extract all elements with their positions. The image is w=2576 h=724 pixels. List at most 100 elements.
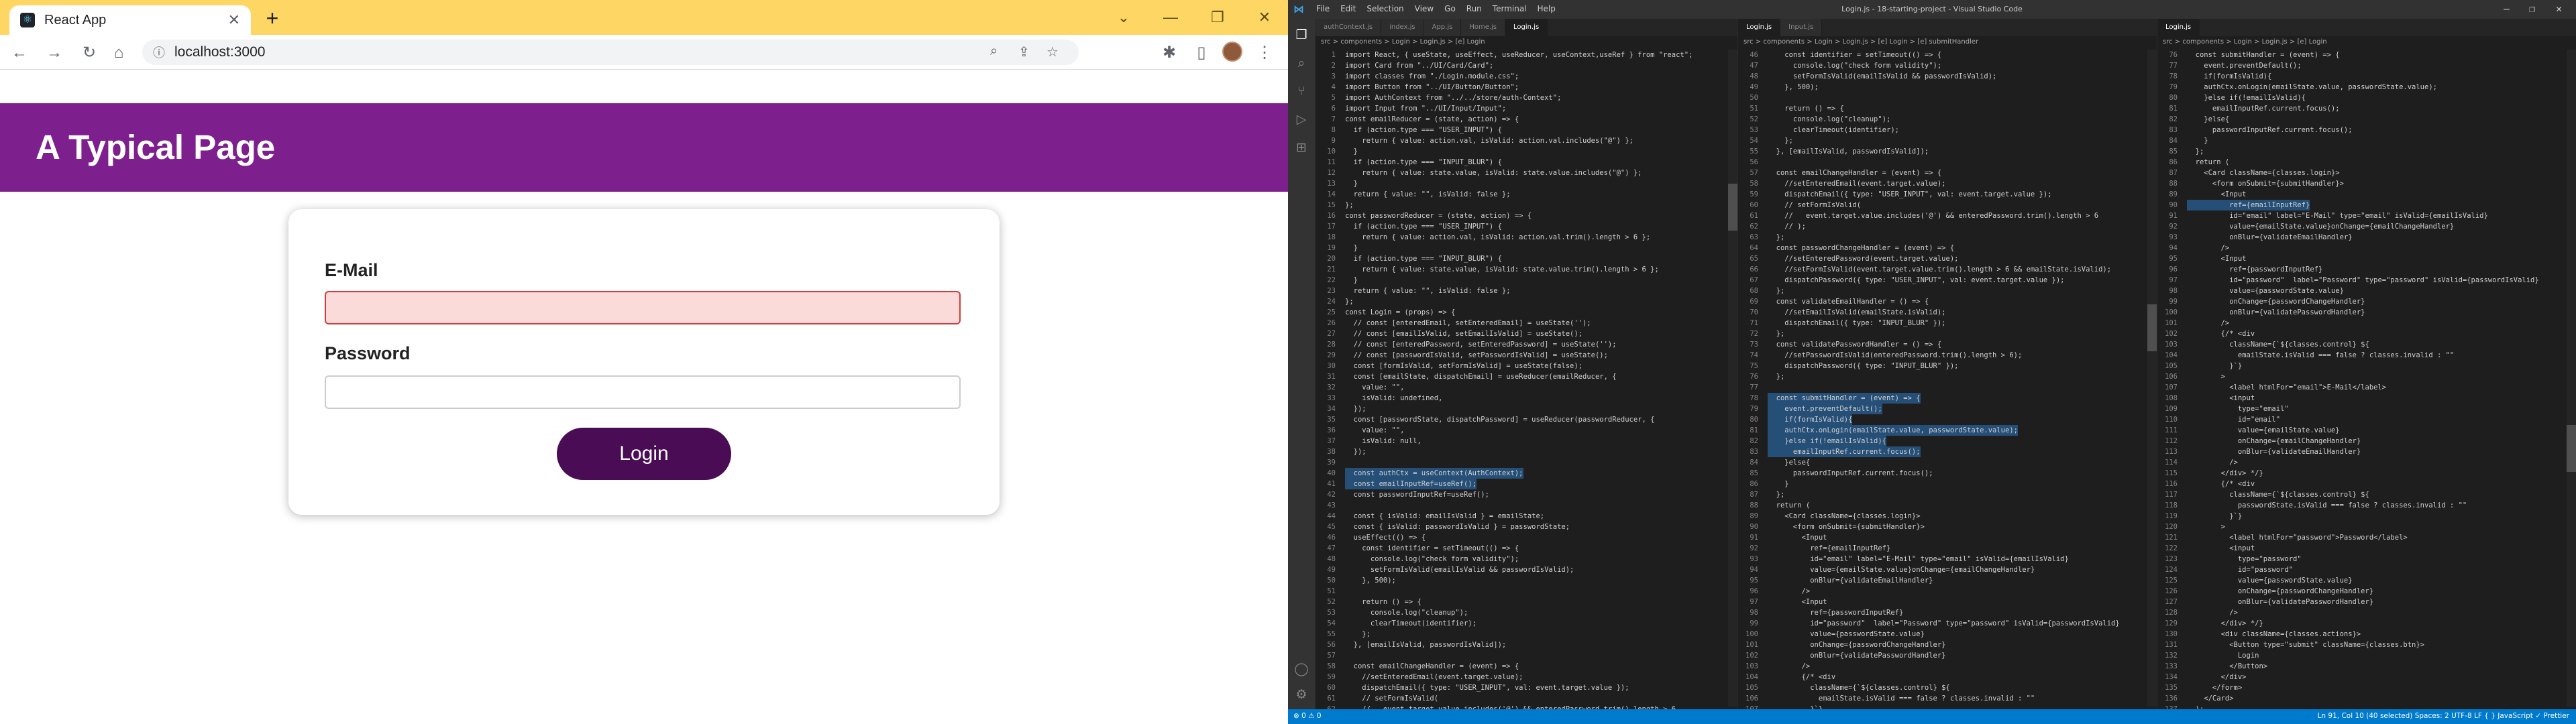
editor-pane-2[interactable]: Login.js Input.js src > components > Login… xyxy=(1737,19,2157,709)
code-line[interactable]: 93 onBlur={validateEmailHandler} xyxy=(2157,232,2576,243)
code-line[interactable]: 2 import Card from "../UI/Card/Card"; xyxy=(1316,60,1737,71)
code-line[interactable]: 49 setFormIsValid(emailIsValid && passwo… xyxy=(1316,564,1737,575)
code-line[interactable]: 113 onBlur={validateEmailHandler} xyxy=(2157,446,2576,457)
password-field[interactable] xyxy=(325,375,961,409)
code-line[interactable]: 36 value: "", xyxy=(1316,425,1737,436)
code-line[interactable]: 71 dispatchEmail({ type: "INPUT_BLUR" })… xyxy=(1738,318,2157,328)
code-line[interactable]: 101 onChange={passwordChangeHandler} xyxy=(1738,640,2157,650)
code-line[interactable]: 133 </Button> xyxy=(2157,661,2576,672)
code-line[interactable]: 84 } xyxy=(2157,135,2576,146)
code-line[interactable]: 6 import Input from "../UI/Input/Input"; xyxy=(1316,103,1737,114)
code-line[interactable]: 84 }else{ xyxy=(1738,457,2157,468)
code-line[interactable]: 124 id="password" xyxy=(2157,564,2576,575)
source-control-icon[interactable]: ⑂ xyxy=(1292,82,1311,101)
code-line[interactable]: 30 const [formIsValid, setFormIsValid] =… xyxy=(1316,361,1737,371)
editor-tab[interactable]: Login.js xyxy=(1505,19,1548,36)
scrollbar[interactable] xyxy=(2567,50,2576,707)
site-info-icon[interactable]: ⓘ xyxy=(153,44,165,61)
code-line[interactable]: 90 ref={emailInputRef} xyxy=(2157,200,2576,210)
code-line[interactable]: 40 const authCtx = useContext(AuthContex… xyxy=(1316,468,1737,479)
settings-gear-icon[interactable]: ⚙ xyxy=(1292,685,1311,704)
code-line[interactable]: 58 //setEnteredEmail(event.target.value)… xyxy=(1738,178,2157,189)
editor-tab[interactable]: Login.js xyxy=(1738,19,1781,36)
code-line[interactable]: 26 // const [enteredEmail, setEnteredEma… xyxy=(1316,318,1737,328)
code-line[interactable]: 59 //setEnteredEmail(event.target.value)… xyxy=(1316,672,1737,682)
browser-tab[interactable]: ⚛ React App ✕ xyxy=(9,5,251,35)
bookmark-star-icon[interactable]: ☆ xyxy=(1046,44,1059,60)
code-line[interactable]: 111 value={emailState.value} xyxy=(2157,425,2576,436)
code-line[interactable]: 8 if (action.type === "USER_INPUT") { xyxy=(1316,125,1737,135)
code-line[interactable]: 100 value={passwordState.value} xyxy=(1738,629,2157,640)
close-window-icon[interactable]: ✕ xyxy=(2556,3,2562,15)
new-tab-button[interactable]: + xyxy=(260,7,284,31)
scrollbar-thumb[interactable] xyxy=(2147,304,2157,351)
zoom-icon[interactable]: ⌕ xyxy=(990,44,998,59)
side-panel-icon[interactable]: ▯ xyxy=(1190,42,1213,64)
code-line[interactable]: 20 if (action.type === "INPUT_BLUR") { xyxy=(1316,253,1737,264)
code-line[interactable]: 56 }, [emailIsValid, passwordIsValid]); xyxy=(1316,640,1737,650)
code-line[interactable]: 33 isValid: undefined, xyxy=(1316,393,1737,404)
code-line[interactable]: 15}; xyxy=(1316,200,1737,210)
code-line[interactable]: 137 ); xyxy=(2157,704,2576,709)
code-line[interactable]: 54 }; xyxy=(1738,135,2157,146)
code-line[interactable]: 81 emailInputRef.current.focus(); xyxy=(2157,103,2576,114)
code-line[interactable]: 97 <Input xyxy=(1738,597,2157,607)
minimize-icon[interactable]: — xyxy=(1147,0,1194,35)
code-line[interactable]: 1 import React, { useState, useEffect, us… xyxy=(1316,50,1737,60)
code-line[interactable]: 47 console.log("check form validity"); xyxy=(1738,60,2157,71)
code-line[interactable]: 74 //setPasswordIsValid(enteredPassword.… xyxy=(1738,350,2157,361)
code-line[interactable]: 94 value={emailState.value}onChange={ema… xyxy=(1738,564,2157,575)
code-line[interactable]: 70 //setEmailIsValid(emailState.isValid)… xyxy=(1738,307,2157,318)
search-icon[interactable]: ⌕ xyxy=(1292,54,1311,72)
code-line[interactable]: 75 dispatchPassword({ type: "INPUT_BLUR"… xyxy=(1738,361,2157,371)
code-line[interactable]: 39 xyxy=(1316,457,1737,468)
code-line[interactable]: 130 <div className={classes.actions}> xyxy=(2157,629,2576,640)
code-line[interactable]: 92 ref={emailInputRef} xyxy=(1738,543,2157,554)
code-line[interactable]: 88 return ( xyxy=(1738,500,2157,511)
code-line[interactable]: 55 }, [emailIsValid, passwordIsValid]); xyxy=(1738,146,2157,157)
code-line[interactable]: 125 value={passwordState.value} xyxy=(2157,575,2576,586)
code-line[interactable]: 77 event.preventDefault(); xyxy=(2157,60,2576,71)
code-editor[interactable]: 1 import React, { useState, useEffect, us… xyxy=(1316,50,1737,709)
code-line[interactable]: 57 xyxy=(1316,650,1737,661)
code-line[interactable]: 25 const Login = (props) => { xyxy=(1316,307,1737,318)
code-line[interactable]: 60 // setFormIsValid( xyxy=(1738,200,2157,210)
code-line[interactable]: 42 const passwordInputRef=useRef(); xyxy=(1316,489,1737,500)
code-line[interactable]: 87 }; xyxy=(1738,489,2157,500)
code-line[interactable]: 105 }`} xyxy=(2157,361,2576,371)
editor-tab[interactable]: Home.js xyxy=(1461,19,1506,36)
code-line[interactable]: 9 return { value: action.val, isValid: a… xyxy=(1316,135,1737,146)
code-line[interactable]: 17 if (action.type === "USER_INPUT") { xyxy=(1316,221,1737,232)
explorer-icon[interactable]: ❐ xyxy=(1292,25,1311,44)
code-line[interactable]: 52 return () => { xyxy=(1316,597,1737,607)
code-line[interactable]: 106 emailState.isValid === false ? class… xyxy=(1738,693,2157,704)
code-line[interactable]: 11 if (action.type === "INPUT_BLUR") { xyxy=(1316,157,1737,168)
code-line[interactable]: 24}; xyxy=(1316,296,1737,307)
code-line[interactable]: 44 const { isValid: emailIsValid } = ema… xyxy=(1316,511,1737,522)
code-line[interactable]: 109 type="email" xyxy=(2157,404,2576,414)
code-line[interactable]: 102 onBlur={validatePasswordHandler} xyxy=(1738,650,2157,661)
code-line[interactable]: 102 {/* <div xyxy=(2157,328,2576,339)
code-line[interactable]: 31 const [emailState, dispatchEmail] = u… xyxy=(1316,371,1737,382)
code-line[interactable]: 82 }else{ xyxy=(2157,114,2576,125)
code-line[interactable]: 88 <form onSubmit={submitHandler}> xyxy=(2157,178,2576,189)
code-line[interactable]: 103 className={`${classes.control} ${ xyxy=(2157,339,2576,350)
code-line[interactable]: 107 <label htmlFor="email">E-Mail</label… xyxy=(2157,382,2576,393)
code-line[interactable]: 105 className={`${classes.control} ${ xyxy=(1738,682,2157,693)
scrollbar[interactable] xyxy=(1728,50,1737,707)
code-line[interactable]: 118 passwordState.isValid === false ? cl… xyxy=(2157,500,2576,511)
code-line[interactable]: 29 // const [passwordIsValid, setPasswor… xyxy=(1316,350,1737,361)
code-line[interactable]: 4 import Button from "../UI/Button/Button… xyxy=(1316,82,1737,93)
code-line[interactable]: 51 return () => { xyxy=(1738,103,2157,114)
url-text[interactable]: localhost:3000 xyxy=(174,44,265,60)
code-line[interactable]: 116 {/* <div xyxy=(2157,479,2576,489)
code-line[interactable]: 14 return { value: "", isValid: false }; xyxy=(1316,189,1737,200)
code-line[interactable]: 110 id="email" xyxy=(2157,414,2576,425)
code-line[interactable]: 99 onChange={passwordChangeHandler} xyxy=(2157,296,2576,307)
code-line[interactable]: 77 xyxy=(1738,382,2157,393)
code-line[interactable]: 95 <Input xyxy=(2157,253,2576,264)
code-line[interactable]: 86 return ( xyxy=(2157,157,2576,168)
code-line[interactable]: 127 onBlur={validatePasswordHandler} xyxy=(2157,597,2576,607)
code-line[interactable]: 56 xyxy=(1738,157,2157,168)
code-line[interactable]: 79 event.preventDefault(); xyxy=(1738,404,2157,414)
